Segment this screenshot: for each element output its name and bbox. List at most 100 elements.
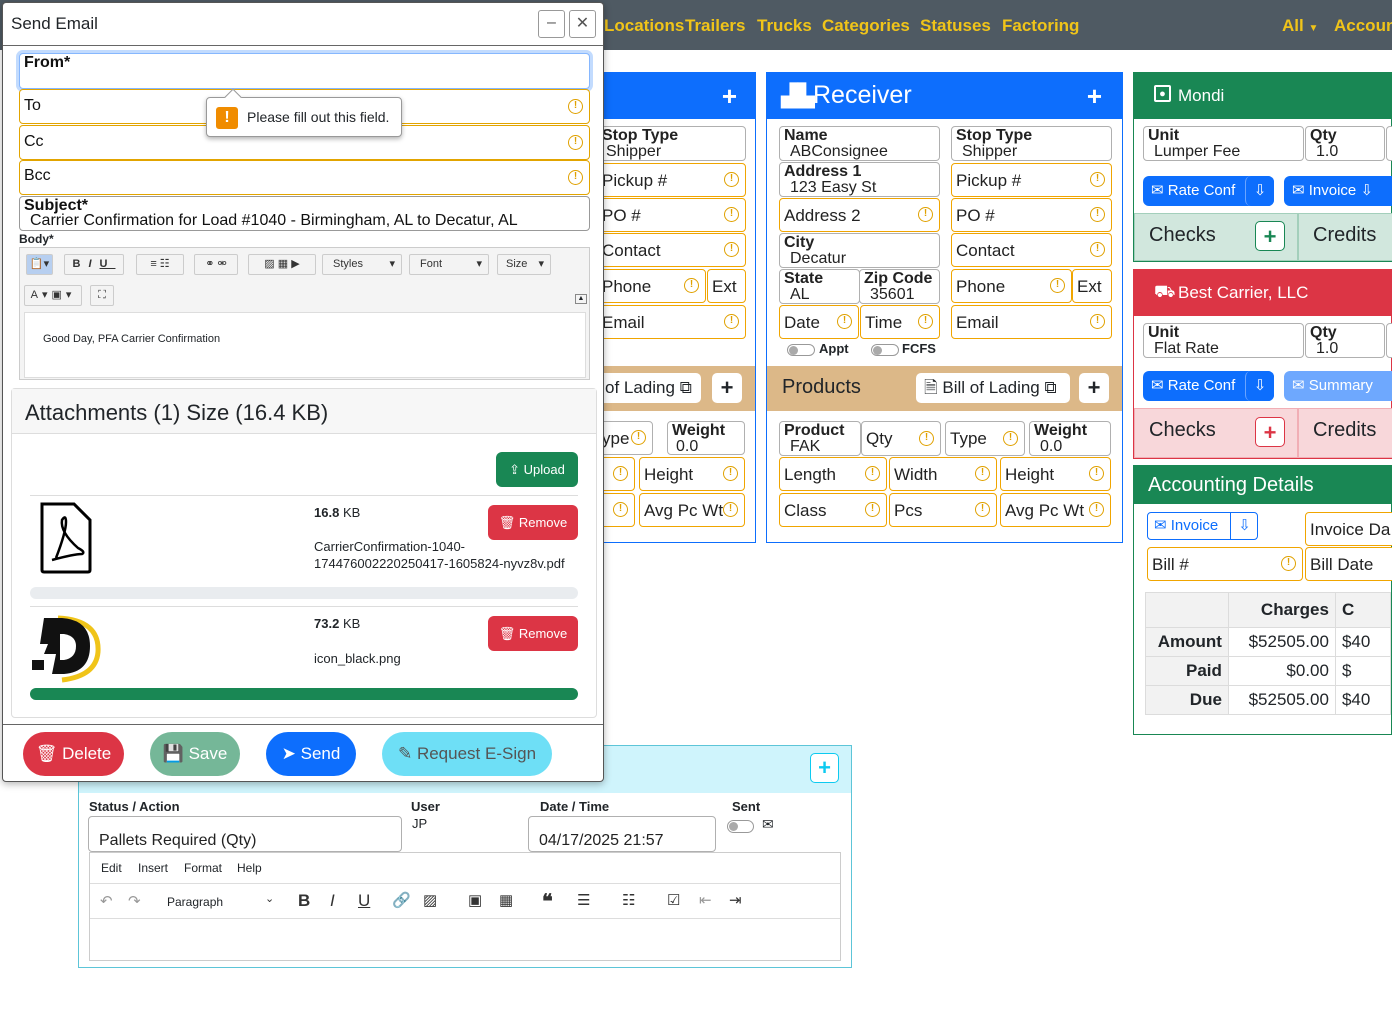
menu-insert[interactable]: Insert	[138, 861, 168, 875]
pdf-download-icon[interactable]: ⇩	[1245, 371, 1274, 401]
add-product-button[interactable]: +	[712, 373, 742, 403]
bold-icon[interactable]: B	[73, 258, 89, 270]
add-stop-button[interactable]: +	[722, 81, 737, 112]
pcs-field[interactable]: Pcs!	[889, 493, 997, 527]
indent-icon[interactable]: ⇥	[729, 891, 742, 909]
avg-pc-wt-field[interactable]: Avg Pc Wt!	[1000, 493, 1111, 527]
from-field[interactable]: From*	[19, 53, 590, 89]
collapse-toolbar-icon[interactable]: ▲	[575, 294, 587, 304]
sent-toggle[interactable]	[727, 820, 754, 833]
nav-trailers[interactable]: Trailers	[685, 16, 746, 36]
qty-field[interactable]: Qty!	[861, 421, 941, 456]
link-icon[interactable]: ⚭	[205, 258, 214, 270]
stop-type-field[interactable]: Stop Type Shipper	[597, 126, 746, 161]
nav-categories[interactable]: Categories	[822, 16, 910, 36]
po-field[interactable]: PO #!	[951, 198, 1112, 232]
nav-statuses[interactable]: Statuses	[920, 16, 991, 36]
unit-field[interactable]: Unit Flat Rate	[1143, 323, 1304, 358]
po-field[interactable]: PO #!	[597, 198, 746, 232]
state-field[interactable]: State AL	[779, 269, 860, 304]
name-field[interactable]: Name ABConsignee	[779, 126, 940, 161]
add-status-button[interactable]: +	[810, 753, 839, 783]
paragraph-select[interactable]: Paragraph	[167, 895, 223, 909]
italic-icon[interactable]: I	[330, 891, 335, 911]
height-field[interactable]: Height!	[1000, 457, 1111, 491]
link-icon[interactable]: 🔗	[392, 891, 411, 909]
pickup-field[interactable]: Pickup #!	[597, 163, 746, 197]
bullet-list-icon[interactable]: ☰	[577, 891, 590, 909]
address1-field[interactable]: Address 1 123 Easy St	[779, 162, 940, 197]
redo-icon[interactable]: ↷	[128, 892, 141, 910]
type-field[interactable]: Type!	[945, 421, 1025, 456]
rate-field[interactable]	[1386, 126, 1392, 161]
qty-field[interactable]: Qty 1.0	[1305, 126, 1385, 161]
image-icon[interactable]: ▨	[423, 891, 437, 909]
weight-field[interactable]: Weight 0.0	[1029, 421, 1111, 456]
invoice-button[interactable]: ✉ Invoice ⇩	[1147, 512, 1258, 540]
size-select[interactable]: Size ▾	[497, 254, 551, 275]
bill-of-lading-button[interactable]: of Lading ⧉	[597, 373, 701, 403]
remove-button[interactable]: 🗑 Remove	[488, 505, 578, 540]
body-content[interactable]: Good Day, PFA Carrier Confirmation	[24, 312, 586, 378]
summary-button[interactable]: ✉ Summary	[1284, 371, 1392, 401]
invoice-button[interactable]: ✉ Invoice ⇩	[1284, 176, 1392, 206]
maximize-icon[interactable]: ⛶	[90, 285, 114, 306]
outdent-icon[interactable]: ⇤	[699, 891, 712, 909]
stop-type-field[interactable]: Stop Type Shipper	[951, 126, 1112, 161]
menu-edit[interactable]: Edit	[101, 861, 122, 875]
length-field[interactable]: Length!	[779, 457, 887, 491]
time-field[interactable]: Time!	[860, 305, 940, 339]
remove-button[interactable]: 🗑 Remove	[488, 616, 578, 651]
italic-icon[interactable]: I	[88, 258, 99, 270]
subject-field[interactable]: Subject* Carrier Confirmation for Load #1…	[19, 196, 590, 231]
phone-field[interactable]: Phone!	[951, 269, 1072, 303]
bold-icon[interactable]: B	[298, 891, 310, 911]
nav-factoring[interactable]: Factoring	[1002, 16, 1079, 36]
rate-field[interactable]	[1386, 323, 1392, 358]
height-field[interactable]: Height!	[639, 457, 745, 491]
table-icon[interactable]: ▦	[499, 891, 513, 909]
fcfs-toggle[interactable]	[871, 344, 899, 356]
underline-icon[interactable]: U	[358, 891, 370, 911]
email-field[interactable]: Email!	[951, 305, 1112, 339]
width-field[interactable]: Width!	[889, 457, 997, 491]
styles-select[interactable]: Styles ▾	[322, 254, 402, 275]
checklist-icon[interactable]: ☑	[667, 891, 680, 909]
unlink-icon[interactable]: ⚮	[218, 258, 227, 270]
bg-color-icon[interactable]: ▣▾	[51, 289, 75, 301]
ext-field[interactable]: Ext	[707, 269, 746, 303]
video-icon[interactable]: ▶	[291, 258, 299, 270]
bullet-list-icon[interactable]: ☷	[160, 258, 170, 270]
send-button[interactable]: ➤ Send	[266, 732, 356, 776]
bcc-field[interactable]: Bcc!	[19, 160, 590, 195]
underline-icon[interactable]: U	[100, 258, 116, 270]
status-action-input[interactable]: Pallets Required (Qty)	[88, 816, 402, 852]
pdf-download-icon[interactable]: ⇩	[1245, 176, 1274, 206]
table-icon[interactable]: ▦	[278, 258, 288, 270]
font-select[interactable]: Font ▾	[409, 254, 489, 275]
request-esign-button[interactable]: ✎ Request E-Sign	[382, 732, 552, 776]
add-check-button[interactable]: +	[1255, 221, 1285, 251]
qty-field[interactable]: Qty 1.0	[1305, 323, 1385, 358]
numbered-list-icon[interactable]: ≡	[150, 258, 156, 270]
add-check-button[interactable]: +	[1255, 417, 1285, 447]
add-product-button[interactable]: +	[1079, 373, 1109, 403]
paste-icon[interactable]: 📋▾	[26, 254, 53, 275]
bill-date-field[interactable]: Bill Date	[1305, 547, 1392, 581]
contact-field[interactable]: Contact!	[951, 233, 1112, 267]
delete-button[interactable]: 🗑 Delete	[23, 732, 124, 776]
zip-field[interactable]: Zip Code 35601	[859, 269, 940, 304]
weight-field[interactable]: Weight 0.0	[667, 421, 745, 455]
nav-trucks[interactable]: Trucks	[757, 16, 812, 36]
avg-pc-wt-field[interactable]: Avg Pc Wt!	[639, 493, 745, 527]
type-field[interactable]: ype!	[597, 421, 653, 455]
menu-format[interactable]: Format	[184, 861, 222, 875]
address2-field[interactable]: Address 2!	[779, 198, 940, 232]
ext-field[interactable]: Ext	[1072, 269, 1112, 303]
minimize-button[interactable]: –	[538, 10, 565, 38]
bill-number-field[interactable]: Bill #!	[1147, 547, 1303, 581]
contact-field[interactable]: Contact!	[597, 233, 746, 267]
upload-button[interactable]: ⇪ Upload	[496, 452, 578, 487]
product-field[interactable]: Product FAK	[779, 421, 861, 456]
datetime-input[interactable]: 04/17/2025 21:57	[528, 816, 716, 852]
